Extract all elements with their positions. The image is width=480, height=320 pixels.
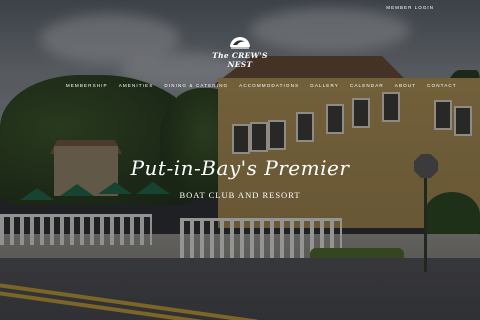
nav-item-about[interactable]: ABOUT <box>395 83 416 88</box>
nav-item-contact[interactable]: CONTACT <box>427 83 457 88</box>
wave-nest-logo-icon <box>230 37 250 49</box>
nav-item-gallery[interactable]: GALLERY <box>310 83 339 88</box>
hero-subtitle: BOAT CLUB AND RESORT <box>179 190 301 200</box>
hero-title: Put-in-Bay's Premier <box>130 156 350 180</box>
member-login-link[interactable]: MEMBER LOGIN <box>386 5 434 10</box>
site-logo[interactable]: The CREW'S NEST <box>200 32 280 69</box>
logo-text: The CREW'S NEST <box>212 51 268 69</box>
nav-item-membership[interactable]: MEMBERSHIP <box>66 83 108 88</box>
nav-item-dining-catering[interactable]: DINING & CATERING <box>164 83 228 88</box>
nav-item-amenities[interactable]: AMENITIES <box>119 83 154 88</box>
main-nav: MEMBERSHIP AMENITIES DINING & CATERING A… <box>0 83 480 88</box>
nav-item-accommodations[interactable]: ACCOMMODATIONS <box>239 83 299 88</box>
nav-item-calendar[interactable]: CALENDAR <box>350 83 384 88</box>
page: MEMBER LOGIN The CREW'S NEST MEMBERSHIP … <box>0 0 480 320</box>
